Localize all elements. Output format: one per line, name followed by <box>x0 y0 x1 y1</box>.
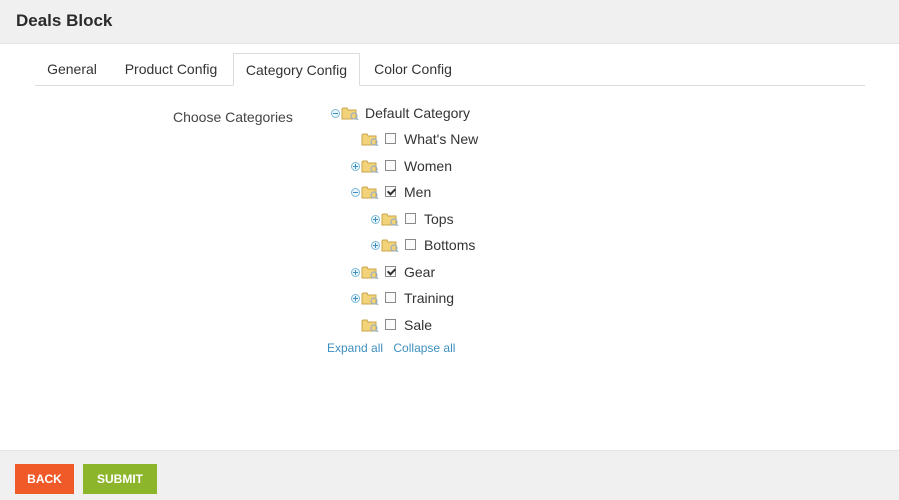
folder-icon <box>361 319 379 332</box>
tab-general[interactable]: General <box>35 53 109 84</box>
folder-icon <box>361 186 379 199</box>
category-checkbox[interactable] <box>385 133 396 144</box>
category-checkbox[interactable] <box>385 186 396 197</box>
choose-categories-label: Choose Categories <box>173 109 293 125</box>
tree-node-gear: Gear <box>351 264 501 284</box>
expand-all-link[interactable]: Expand all <box>327 341 383 355</box>
tab-color-config[interactable]: Color Config <box>364 53 462 84</box>
tab-bar: General Product Config Category Config C… <box>35 53 865 86</box>
tree-node-tops: Tops <box>371 211 521 231</box>
folder-icon <box>341 107 359 120</box>
tree-node-bottoms: Bottoms <box>371 237 521 257</box>
plus-icon[interactable] <box>351 294 360 303</box>
tree-node-whats-new: What's New <box>351 131 501 151</box>
collapse-all-link[interactable]: Collapse all <box>393 341 455 355</box>
tree-node-label[interactable]: Men <box>404 184 431 200</box>
tree-node-men: Men <box>351 184 501 204</box>
category-checkbox[interactable] <box>385 292 396 303</box>
folder-icon <box>381 213 399 226</box>
page-header: Deals Block <box>0 0 899 44</box>
plus-icon[interactable] <box>371 215 380 224</box>
back-button[interactable]: BACK <box>15 464 74 494</box>
tree-node-label[interactable]: Tops <box>424 211 454 227</box>
tree-node-label[interactable]: What's New <box>404 131 478 147</box>
folder-icon <box>361 133 379 146</box>
tab-category-config[interactable]: Category Config <box>233 53 360 86</box>
form-footer: BACK SUBMIT <box>0 450 899 500</box>
minus-icon[interactable] <box>351 188 360 197</box>
category-checkbox[interactable] <box>405 239 416 250</box>
page-title: Deals Block <box>16 11 113 30</box>
submit-button[interactable]: SUBMIT <box>83 464 157 494</box>
category-checkbox[interactable] <box>405 213 416 224</box>
tree-node-women: Women <box>351 158 501 178</box>
plus-icon[interactable] <box>351 162 360 171</box>
tree-node-label[interactable]: Women <box>404 158 452 174</box>
folder-icon <box>361 160 379 173</box>
category-checkbox[interactable] <box>385 160 396 171</box>
folder-icon <box>381 239 399 252</box>
category-checkbox[interactable] <box>385 266 396 277</box>
tree-node-label[interactable]: Bottoms <box>424 237 475 253</box>
category-checkbox[interactable] <box>385 319 396 330</box>
tree-expand-collapse: Expand all Collapse all <box>327 341 455 355</box>
plus-icon[interactable] <box>351 268 360 277</box>
tree-node-label[interactable]: Sale <box>404 317 432 333</box>
folder-icon <box>361 266 379 279</box>
tree-node-training: Training <box>351 290 501 310</box>
tree-node-label[interactable]: Training <box>404 290 454 306</box>
minus-icon[interactable] <box>331 109 340 118</box>
tree-node-sale: Sale <box>351 317 501 337</box>
tree-node-label[interactable]: Gear <box>404 264 435 280</box>
tab-product-config[interactable]: Product Config <box>113 53 229 84</box>
tree-node-default-category: Default Category <box>331 105 491 125</box>
plus-icon[interactable] <box>371 241 380 250</box>
folder-icon <box>361 292 379 305</box>
tree-node-label[interactable]: Default Category <box>365 105 470 121</box>
